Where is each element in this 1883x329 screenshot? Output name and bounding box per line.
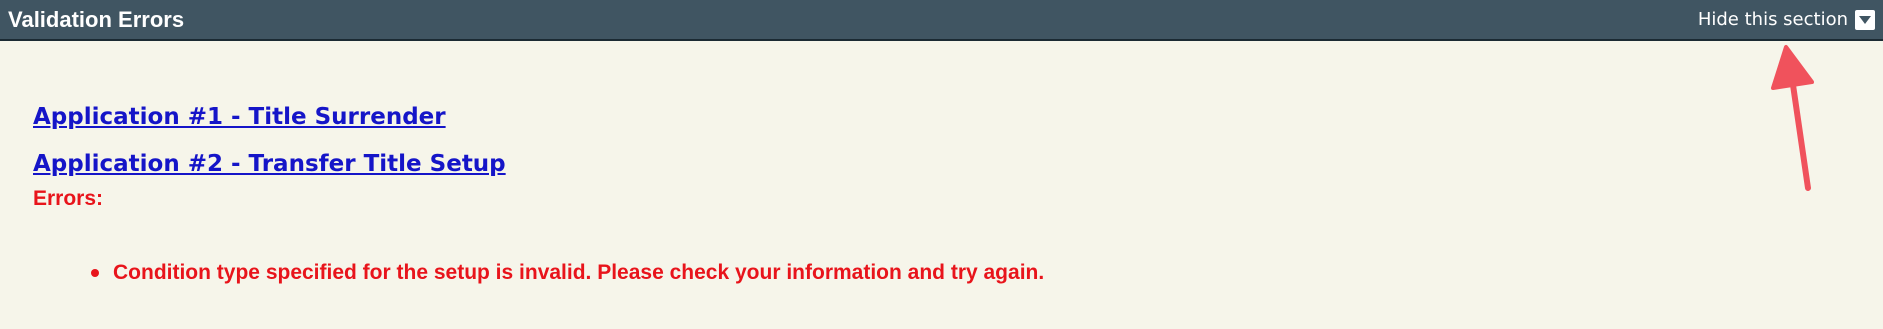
error-message: Condition type specified for the setup i… [113,261,1045,284]
annotation-arrow-shaft [1789,75,1811,191]
error-item: Condition type specified for the setup i… [91,261,1044,285]
triangle-down-icon[interactable] [1855,10,1875,30]
application-2-link[interactable]: Application #2 - Transfer Title Setup [33,151,506,177]
application-links: Application #1 - Title Surrender Applica… [33,104,506,177]
section-header: Validation Errors Hide this section [0,0,1883,41]
section-title: Validation Errors [8,7,185,32]
application-1-link[interactable]: Application #1 - Title Surrender [33,104,506,130]
annotation-arrow-head [1771,45,1814,90]
errors-label: Errors: [33,187,104,210]
triangle-down-icon-glyph [1859,16,1871,24]
hide-section-toggle[interactable]: Hide this section [1698,9,1875,31]
hide-section-label[interactable]: Hide this section [1698,9,1848,31]
error-list: Condition type specified for the setup i… [91,261,1044,285]
bullet-icon [91,269,99,277]
